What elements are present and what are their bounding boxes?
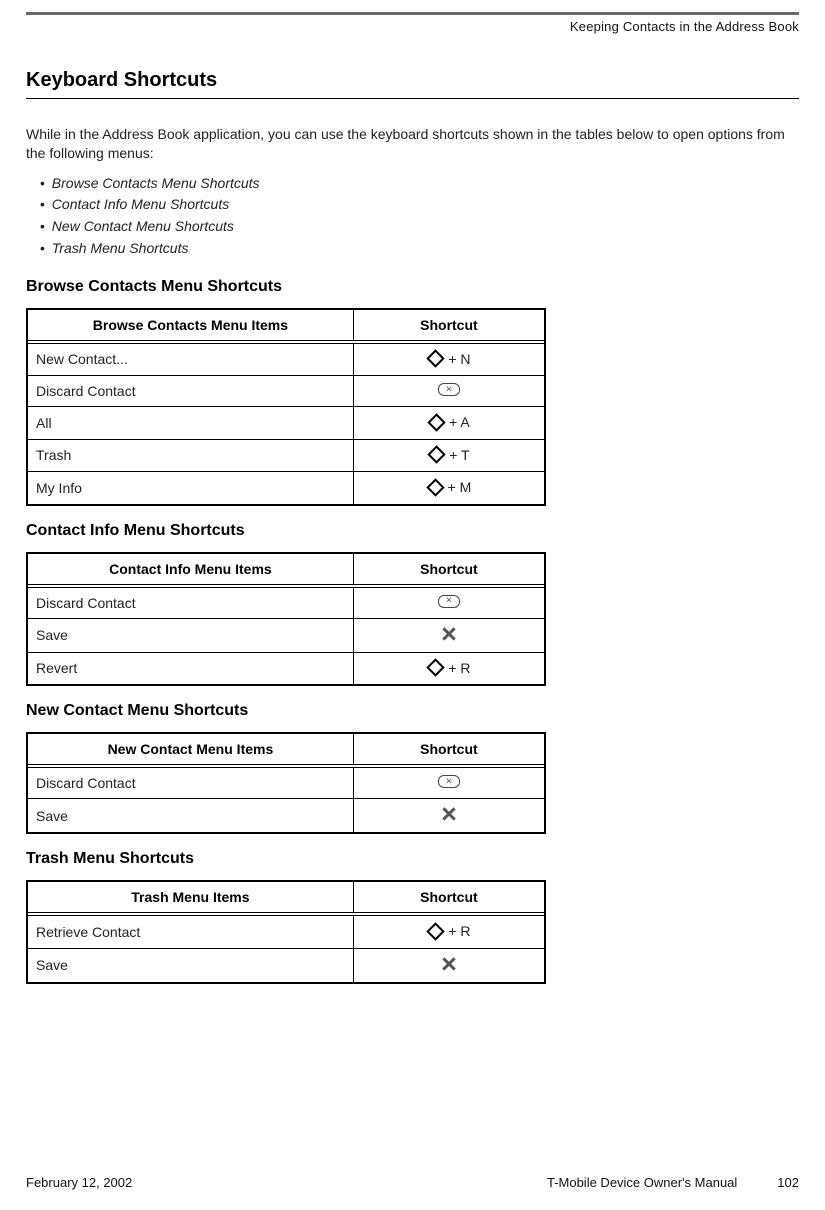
shortcut-cell xyxy=(353,376,545,407)
menu-item-cell: Retrieve Contact xyxy=(27,916,353,949)
table-row: Revert + R xyxy=(27,652,545,685)
page-title: Keyboard Shortcuts xyxy=(26,69,799,99)
shortcut-suffix: + T xyxy=(449,447,469,463)
shortcut-cell: + A xyxy=(353,407,545,440)
close-key-icon xyxy=(441,806,457,822)
menu-item-cell: All xyxy=(27,407,353,440)
shortcut-cell xyxy=(353,618,545,652)
shortcut-suffix: + R xyxy=(448,660,470,676)
table-heading: New Contact Menu Shortcuts xyxy=(26,702,799,720)
table-row: Save xyxy=(27,618,545,652)
table-row: New Contact... + N xyxy=(27,343,545,376)
close-key-icon xyxy=(441,956,457,972)
table-row: Discard Contact xyxy=(27,768,545,799)
column-header: Shortcut xyxy=(353,309,545,341)
menu-item-cell: Save xyxy=(27,618,353,652)
column-header: Trash Menu Items xyxy=(27,881,353,913)
column-header: New Contact Menu Items xyxy=(27,733,353,765)
menu-key-icon xyxy=(427,349,445,367)
table-row: Discard Contact xyxy=(27,587,545,618)
table-row: Discard Contact xyxy=(27,376,545,407)
menu-key-icon xyxy=(427,922,445,940)
menu-key-icon xyxy=(426,478,444,496)
breadcrumb: Keeping Contacts in the Address Book xyxy=(0,15,825,34)
column-header: Contact Info Menu Items xyxy=(27,553,353,585)
shortcut-cell: + R xyxy=(353,652,545,685)
menu-item-cell: New Contact... xyxy=(27,343,353,376)
close-key-icon xyxy=(441,626,457,642)
menu-item-cell: Save xyxy=(27,799,353,834)
list-item: New Contact Menu Shortcuts xyxy=(40,216,799,238)
table-heading: Contact Info Menu Shortcuts xyxy=(26,522,799,540)
table-row: Trash + T xyxy=(27,439,545,472)
shortcut-cell: + M xyxy=(353,472,545,505)
shortcut-cell xyxy=(353,948,545,983)
column-header: Shortcut xyxy=(353,881,545,913)
footer: February 12, 2002 T-Mobile Device Owner'… xyxy=(26,1175,799,1190)
shortcut-table: Browse Contacts Menu ItemsShortcut New C… xyxy=(26,308,546,506)
shortcut-cell: + N xyxy=(353,343,545,376)
column-header: Shortcut xyxy=(353,733,545,765)
footer-page: 102 xyxy=(777,1175,799,1190)
shortcut-cell: + R xyxy=(353,916,545,949)
shortcut-cell xyxy=(353,587,545,618)
intro-text: While in the Address Book application, y… xyxy=(26,125,799,163)
shortcut-suffix: + N xyxy=(448,351,470,367)
menu-item-cell: Save xyxy=(27,948,353,983)
menu-item-cell: My Info xyxy=(27,472,353,505)
table-heading: Trash Menu Shortcuts xyxy=(26,850,799,868)
menu-item-cell: Discard Contact xyxy=(27,376,353,407)
shortcut-cell xyxy=(353,799,545,834)
table-row: Save xyxy=(27,948,545,983)
menu-key-icon xyxy=(427,413,445,431)
footer-date: February 12, 2002 xyxy=(26,1175,132,1190)
shortcut-table: Trash Menu ItemsShortcut Retrieve Contac… xyxy=(26,880,546,984)
shortcut-table: New Contact Menu ItemsShortcut Discard C… xyxy=(26,732,546,834)
menu-item-cell: Discard Contact xyxy=(27,768,353,799)
table-row: All + A xyxy=(27,407,545,440)
menu-key-icon xyxy=(427,658,445,676)
table-row: My Info + M xyxy=(27,472,545,505)
menu-item-cell: Revert xyxy=(27,652,353,685)
table-row: Retrieve Contact + R xyxy=(27,916,545,949)
shortcut-cell xyxy=(353,768,545,799)
list-item: Trash Menu Shortcuts xyxy=(40,238,799,260)
shortcut-table: Contact Info Menu ItemsShortcut Discard … xyxy=(26,552,546,687)
page-content: Keyboard Shortcuts While in the Address … xyxy=(0,34,825,984)
delete-key-icon xyxy=(438,383,460,396)
menu-list: Browse Contacts Menu Shortcuts Contact I… xyxy=(26,173,799,260)
footer-manual: T-Mobile Device Owner's Manual xyxy=(547,1175,737,1190)
delete-key-icon xyxy=(438,595,460,608)
menu-item-cell: Trash xyxy=(27,439,353,472)
menu-item-cell: Discard Contact xyxy=(27,587,353,618)
shortcut-cell: + T xyxy=(353,439,545,472)
table-row: Save xyxy=(27,799,545,834)
delete-key-icon xyxy=(438,775,460,788)
menu-key-icon xyxy=(428,445,446,463)
shortcut-suffix: + M xyxy=(448,479,472,495)
table-heading: Browse Contacts Menu Shortcuts xyxy=(26,278,799,296)
shortcut-suffix: + R xyxy=(448,923,470,939)
column-header: Browse Contacts Menu Items xyxy=(27,309,353,341)
list-item: Browse Contacts Menu Shortcuts xyxy=(40,173,799,195)
list-item: Contact Info Menu Shortcuts xyxy=(40,194,799,216)
shortcut-suffix: + A xyxy=(449,414,470,430)
column-header: Shortcut xyxy=(353,553,545,585)
